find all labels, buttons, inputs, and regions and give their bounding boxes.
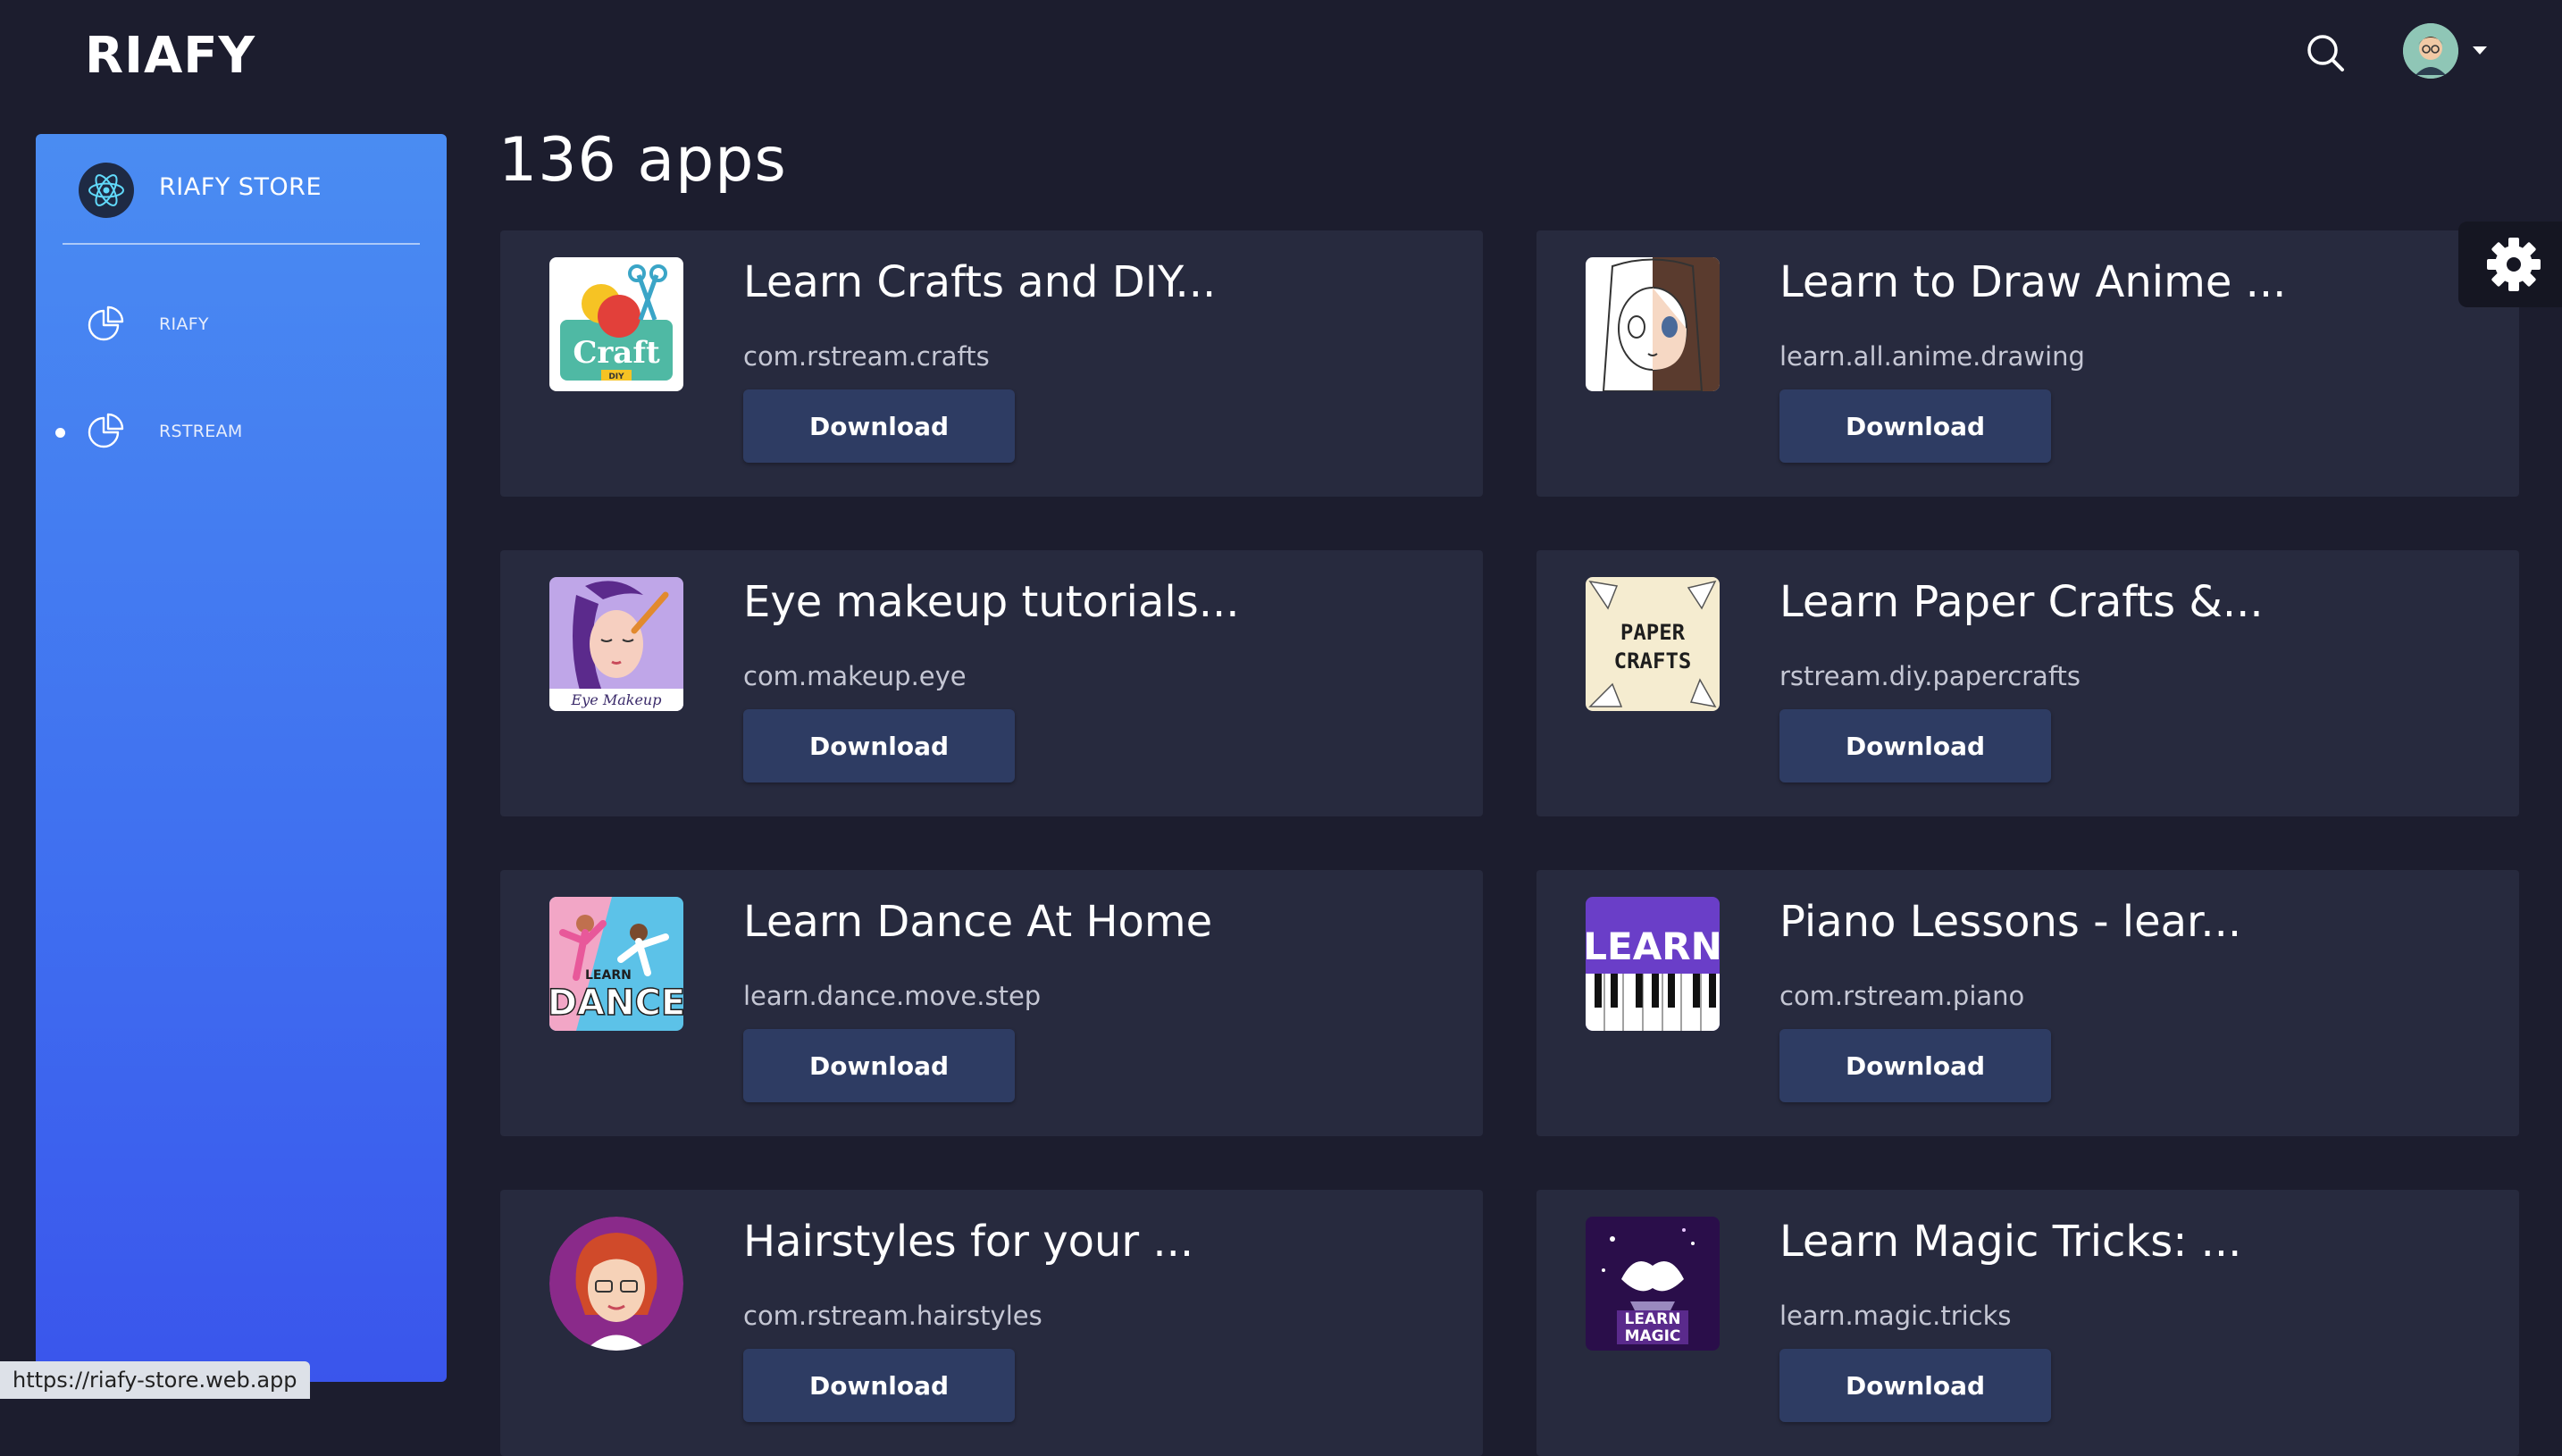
sidebar-item-label: RSTREAM (159, 422, 243, 441)
pie-chart-icon (86, 304, 127, 345)
app-title[interactable]: Learn Paper Crafts &... (1779, 577, 2264, 627)
app-title[interactable]: Learn to Draw Anime ... (1779, 257, 2286, 307)
app-title[interactable]: Learn Crafts and DIY... (743, 257, 1216, 307)
app-package: learn.magic.tricks (1779, 1301, 2012, 1331)
user-menu-button[interactable] (2403, 23, 2492, 80)
hairstyles-icon (549, 1217, 683, 1351)
download-button[interactable]: Download (743, 1029, 1015, 1102)
gear-icon (2487, 238, 2541, 291)
download-button[interactable]: Download (743, 709, 1015, 782)
page-title: 136 apps (498, 125, 787, 196)
app-title[interactable]: Learn Magic Tricks: ... (1779, 1217, 2241, 1267)
download-button[interactable]: Download (743, 389, 1015, 463)
app-card: PAPER CRAFTS Learn Paper Crafts &... rst… (1536, 550, 2519, 816)
magic-icon-text: MAGIC (1625, 1327, 1681, 1345)
download-button[interactable]: Download (1779, 1349, 2051, 1422)
app-card: LEARN Piano Lessons - lear... com.rstrea… (1536, 870, 2519, 1136)
learn-icon-text: LEARN (1586, 925, 1720, 968)
magic-tricks-icon: LEARN MAGIC (1586, 1217, 1720, 1351)
sidebar: RIAFY STORE RIAFY RSTREAM (36, 134, 447, 1382)
eye-makeup-icon: Eye Makeup (549, 577, 683, 711)
anime-drawing-icon (1586, 257, 1720, 391)
app-package: learn.dance.move.step (743, 981, 1042, 1011)
app-title[interactable]: Learn Dance At Home (743, 897, 1212, 947)
app-package: com.rstream.hairstyles (743, 1301, 1042, 1331)
settings-button[interactable] (2458, 222, 2562, 307)
learn-icon-text: LEARN (585, 968, 632, 983)
sidebar-header[interactable]: RIAFY STORE (36, 134, 447, 245)
app-title[interactable]: Eye makeup tutorials... (743, 577, 1240, 627)
pie-chart-icon (86, 411, 127, 452)
download-button[interactable]: Download (1779, 389, 2051, 463)
download-button[interactable]: Download (1779, 1029, 2051, 1102)
sidebar-item-riafy[interactable]: RIAFY (36, 288, 447, 359)
app-title[interactable]: Hairstyles for your ... (743, 1217, 1193, 1267)
app-package: com.rstream.crafts (743, 341, 990, 372)
sidebar-title: RIAFY STORE (159, 173, 322, 201)
sidebar-item-label: RIAFY (159, 314, 209, 334)
paper-icon-text: PAPER (1620, 620, 1686, 645)
dance-icon-text: DANCE (549, 983, 683, 1024)
dance-icon: LEARN DANCE (549, 897, 683, 1031)
brand-logo[interactable]: RIAFY (85, 27, 255, 85)
app-title[interactable]: Piano Lessons - lear... (1779, 897, 2241, 947)
app-card: Craft DIY Learn Crafts and DIY... com.rs… (500, 230, 1483, 497)
craft-diy-icon: Craft DIY (549, 257, 683, 391)
diy-icon-text: DIY (608, 372, 624, 381)
sidebar-divider (63, 243, 420, 245)
eye-makeup-icon-text: Eye Makeup (571, 691, 662, 708)
learn-icon-text: LEARN (1625, 1310, 1681, 1328)
app-package: learn.all.anime.drawing (1779, 341, 2085, 372)
app-card: Eye Makeup Eye makeup tutorials... com.m… (500, 550, 1483, 816)
sidebar-item-rstream[interactable]: RSTREAM (36, 395, 447, 466)
crafts-icon-text: CRAFTS (1614, 649, 1692, 674)
download-button[interactable]: Download (743, 1349, 1015, 1422)
app-package: com.makeup.eye (743, 661, 967, 691)
craft-icon-text: Craft (573, 335, 660, 371)
app-card: LEARN DANCE Learn Dance At Home learn.da… (500, 870, 1483, 1136)
status-bar-url: https://riafy-store.web.app (0, 1361, 310, 1399)
app-package: com.rstream.piano (1779, 981, 2025, 1011)
paper-crafts-icon: PAPER CRAFTS (1586, 577, 1720, 711)
app-card: Learn to Draw Anime ... learn.all.anime.… (1536, 230, 2519, 497)
search-icon[interactable] (2303, 30, 2349, 77)
avatar (2403, 23, 2458, 79)
app-package: rstream.diy.papercrafts (1779, 661, 2081, 691)
download-button[interactable]: Download (1779, 709, 2051, 782)
app-card: LEARN MAGIC Learn Magic Tricks: ... lear… (1536, 1190, 2519, 1456)
chevron-down-icon (2473, 46, 2487, 54)
top-bar: RIAFY (0, 0, 2562, 116)
react-atom-icon (79, 163, 134, 218)
piano-icon: LEARN (1586, 897, 1720, 1031)
app-card: Hairstyles for your ... com.rstream.hair… (500, 1190, 1483, 1456)
active-indicator (55, 428, 65, 438)
